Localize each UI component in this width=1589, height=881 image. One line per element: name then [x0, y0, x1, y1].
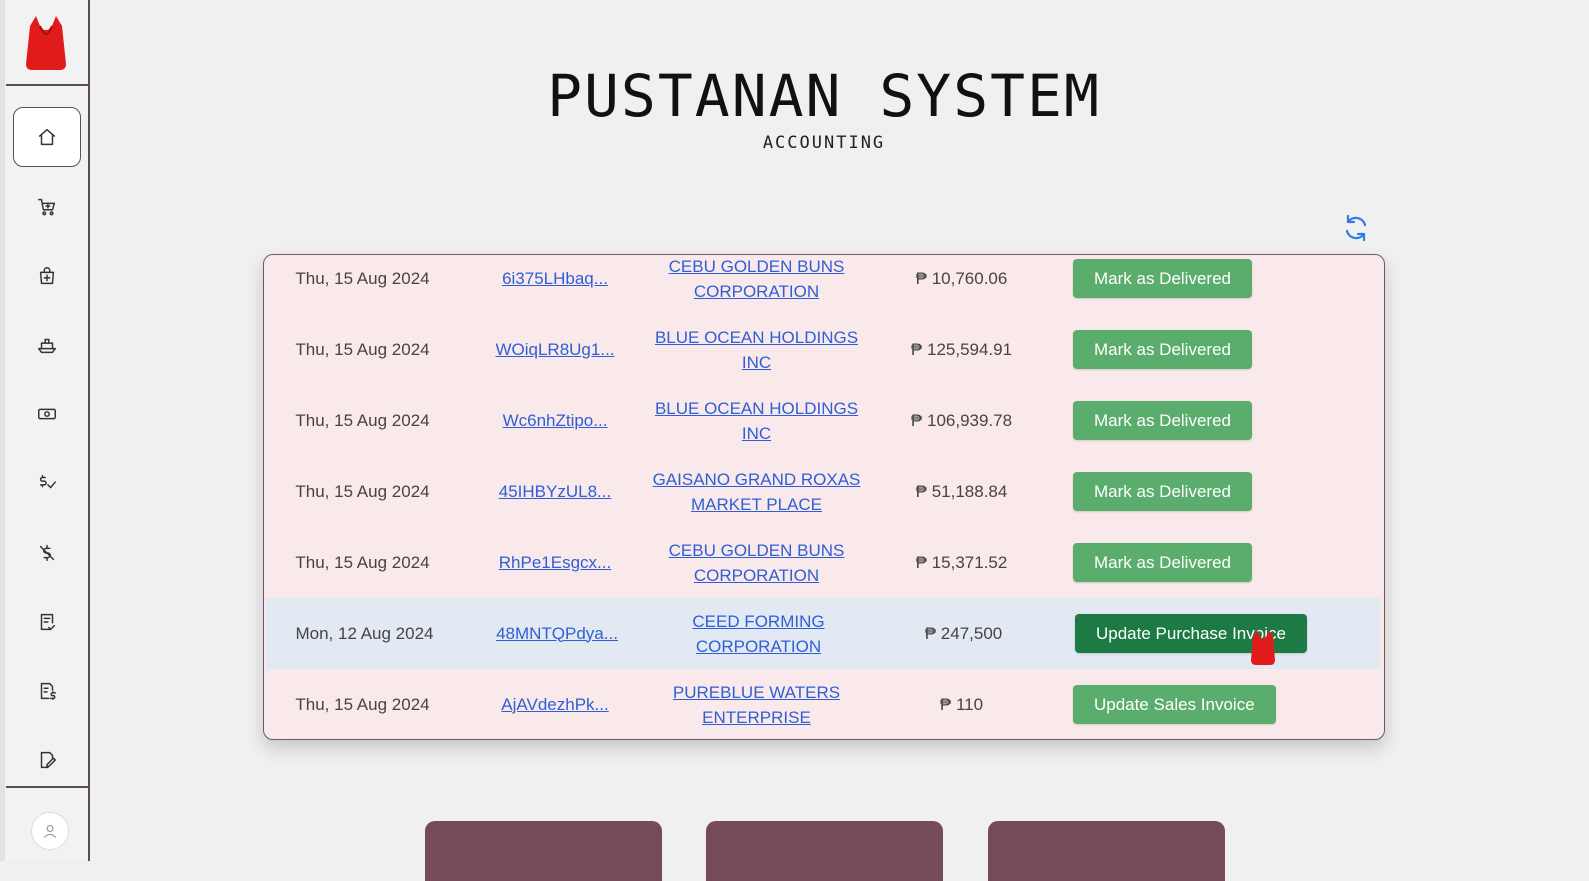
dollar-check-icon — [39, 474, 56, 489]
nav-checklist[interactable] — [13, 592, 81, 652]
table-row: Thu, 15 Aug 2024 45IHBYzUL8... GAISANO G… — [264, 456, 1384, 527]
mark-delivered-button[interactable]: Mark as Delivered — [1073, 543, 1252, 582]
dollar-off-icon — [39, 544, 55, 562]
sidebar-divider-bottom — [6, 786, 88, 788]
table-row: Thu, 15 Aug 2024 AjAVdezhPk... PUREBLUE … — [264, 669, 1384, 739]
row-date: Thu, 15 Aug 2024 — [295, 694, 430, 714]
row-customer-link[interactable]: BLUE OCEAN HOLDINGS INC — [655, 396, 858, 446]
row-customer-link[interactable]: CEBU GOLDEN BUNS CORPORATION — [669, 255, 845, 304]
row-customer-link[interactable]: PUREBLUE WATERS ENTERPRISE — [673, 680, 840, 730]
row-customer-link[interactable]: BLUE OCEAN HOLDINGS INC — [655, 325, 858, 375]
avatar[interactable] — [31, 812, 69, 850]
nav-payments-received[interactable] — [13, 453, 81, 513]
file-edit-icon — [40, 751, 56, 769]
row-amount: ₱ 51,188.84 — [915, 481, 1008, 501]
row-date: Thu, 15 Aug 2024 — [295, 481, 430, 501]
bag-cursor-icon — [1249, 628, 1277, 666]
ship-icon — [38, 338, 56, 354]
refresh-icon — [1345, 214, 1367, 242]
row-amount: ₱ 15,371.52 — [915, 552, 1008, 572]
user-icon — [43, 825, 57, 839]
cart-plus-icon — [38, 198, 56, 216]
row-amount: ₱ 110 — [939, 694, 984, 714]
page-title: PUSTANAN SYSTEM — [547, 62, 1101, 130]
row-amount: ₱ 10,760.06 — [915, 268, 1008, 288]
refresh-button[interactable] — [1340, 212, 1372, 244]
row-id-link[interactable]: 48MNTQPdya... — [496, 624, 618, 644]
row-customer-link[interactable]: CEBU GOLDEN BUNS CORPORATION — [669, 538, 845, 588]
dashboard-card[interactable] — [706, 821, 943, 881]
dashboard-card[interactable] — [988, 821, 1225, 881]
row-id-link[interactable]: 45IHBYzUL8... — [499, 482, 611, 502]
mark-delivered-button[interactable]: Mark as Delivered — [1073, 472, 1252, 511]
checklist-icon — [40, 613, 56, 631]
table-row: Thu, 15 Aug 2024 6i375LHbaq... CEBU GOLD… — [264, 255, 1384, 314]
table-row: Thu, 15 Aug 2024 Wc6nhZtipo... BLUE OCEA… — [264, 385, 1384, 456]
row-id-link[interactable]: WOiqLR8Ug1... — [495, 340, 614, 360]
mark-delivered-button[interactable]: Mark as Delivered — [1073, 401, 1252, 440]
row-date: Thu, 15 Aug 2024 — [295, 268, 430, 288]
row-amount: ₱ 247,500 — [924, 623, 1003, 643]
row-date: Mon, 12 Aug 2024 — [295, 623, 434, 643]
page-subtitle: ACCOUNTING — [762, 133, 886, 153]
mark-delivered-button[interactable]: Mark as Delivered — [1073, 259, 1252, 298]
row-customer-link[interactable]: GAISANO GRAND ROXAS MARKET PLACE — [653, 467, 861, 517]
table-row: Thu, 15 Aug 2024 RhPe1Esgcx... CEBU GOLD… — [264, 527, 1384, 598]
row-amount: ₱ 125,594.91 — [910, 339, 1013, 359]
table-row: Thu, 15 Aug 2024 WOiqLR8Ug1... BLUE OCEA… — [264, 314, 1384, 385]
shopping-bag-plus-icon — [39, 267, 55, 285]
transactions-table: Thu, 15 Aug 2024 6i375LHbaq... CEBU GOLD… — [263, 254, 1385, 740]
row-amount: ₱ 106,939.78 — [910, 410, 1013, 430]
update-sales-invoice-button[interactable]: Update Sales Invoice — [1073, 685, 1276, 724]
nav-cash[interactable] — [13, 384, 81, 444]
mark-delivered-button[interactable]: Mark as Delivered — [1073, 330, 1252, 369]
table-row-hovered: Mon, 12 Aug 2024 48MNTQPdya... CEED FORM… — [266, 598, 1380, 669]
row-id-link[interactable]: 6i375LHbaq... — [502, 269, 608, 289]
row-date: Thu, 15 Aug 2024 — [295, 339, 430, 359]
row-id-link[interactable]: Wc6nhZtipo... — [503, 411, 608, 431]
nav-shipping[interactable] — [13, 315, 81, 375]
nav-sales-order[interactable] — [13, 177, 81, 237]
report-money-icon — [40, 682, 56, 700]
row-date: Thu, 15 Aug 2024 — [295, 410, 430, 430]
dashboard-card[interactable] — [425, 821, 662, 881]
row-date: Thu, 15 Aug 2024 — [295, 552, 430, 572]
nav-purchase-order[interactable] — [13, 246, 81, 306]
nav-report-money[interactable] — [13, 661, 81, 721]
cash-icon — [38, 408, 56, 420]
row-id-link[interactable]: AjAVdezhPk... — [501, 695, 608, 715]
row-customer-link[interactable]: CEED FORMING CORPORATION — [692, 609, 824, 659]
row-id-link[interactable]: RhPe1Esgcx... — [499, 553, 611, 573]
nav-payments-void[interactable] — [13, 523, 81, 583]
nav-file-edit[interactable] — [13, 730, 81, 790]
